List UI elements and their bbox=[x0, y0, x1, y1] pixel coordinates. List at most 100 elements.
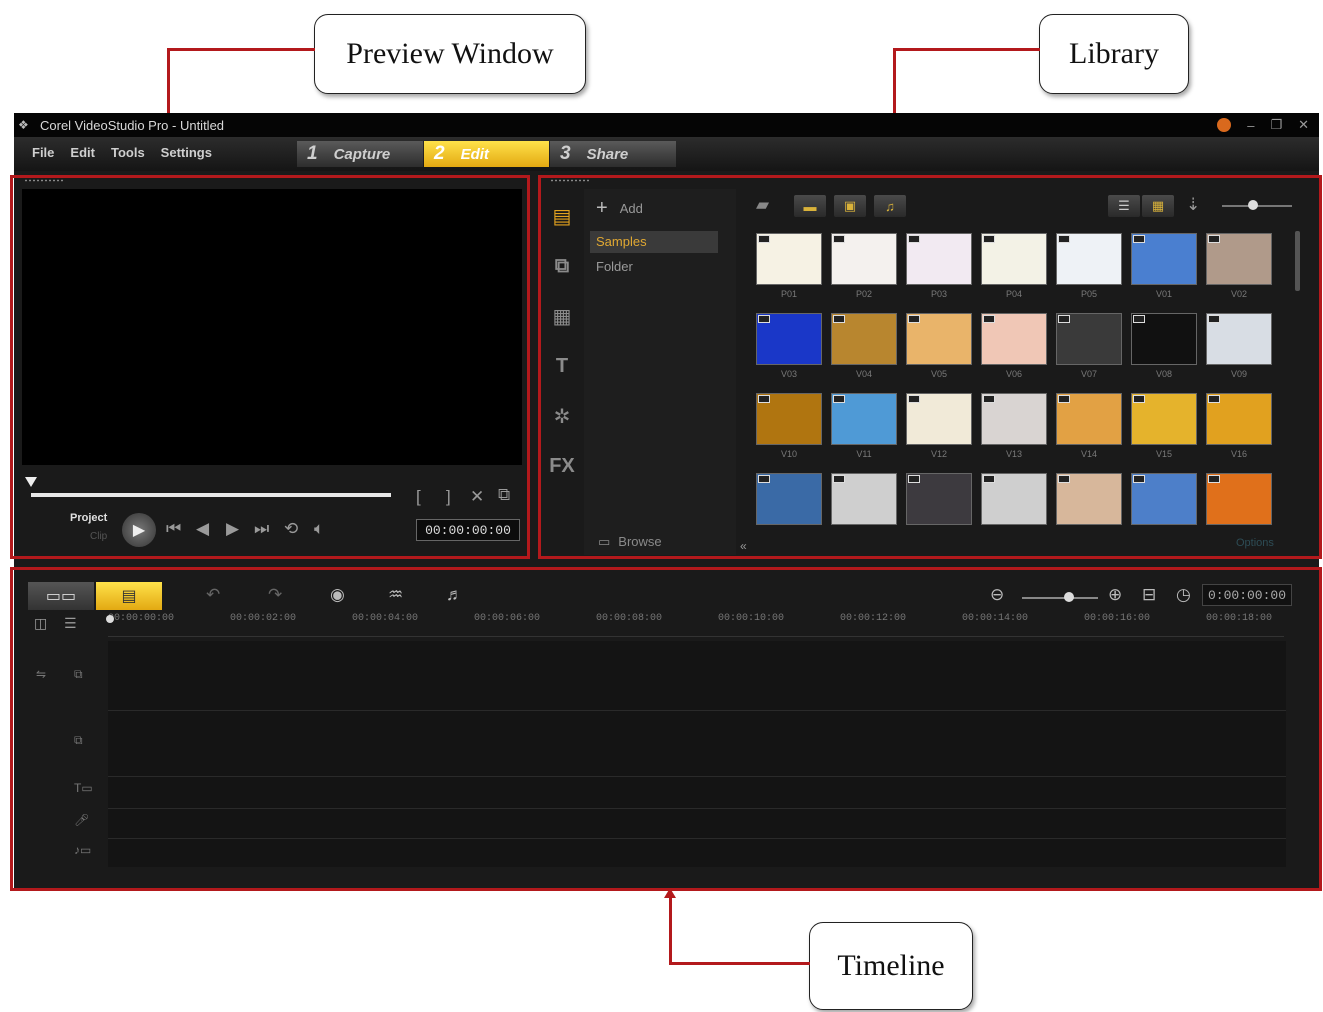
library-thumbnail[interactable] bbox=[981, 233, 1047, 285]
tab-share[interactable]: 3 Share bbox=[550, 141, 676, 167]
library-thumbnail[interactable] bbox=[1206, 393, 1272, 445]
mark-out-icon[interactable]: ] bbox=[446, 487, 451, 507]
volume-icon[interactable]: 🔈︎ bbox=[314, 519, 324, 539]
collapse-icon[interactable]: « bbox=[740, 539, 747, 553]
track-area[interactable] bbox=[108, 641, 1286, 867]
library-thumbnail[interactable] bbox=[906, 233, 972, 285]
chapter-cue-icon[interactable]: ☰ bbox=[64, 615, 77, 632]
redo-icon[interactable]: ↷ bbox=[268, 585, 282, 605]
minimize-icon[interactable]: – bbox=[1247, 118, 1254, 133]
close-icon[interactable]: ✕ bbox=[1298, 117, 1309, 133]
ripple-edit-icon[interactable]: ⇋ bbox=[36, 667, 46, 681]
graphics-icon[interactable]: ▦ bbox=[544, 291, 580, 341]
show-audio-button[interactable]: ♫ bbox=[874, 195, 906, 217]
filter-icon[interactable]: ✲ bbox=[544, 391, 580, 441]
zoom-slider[interactable] bbox=[1022, 592, 1098, 602]
tree-item-folder[interactable]: Folder bbox=[596, 259, 633, 274]
show-photos-button[interactable]: ▣ bbox=[834, 195, 866, 217]
storyboard-view-button[interactable]: ▭▭ bbox=[28, 582, 94, 610]
menu-settings[interactable]: Settings bbox=[161, 145, 212, 160]
play-button[interactable]: ▶ bbox=[122, 513, 156, 547]
track-manager-icon[interactable]: ◫ bbox=[34, 615, 47, 632]
library-thumbnail[interactable] bbox=[981, 313, 1047, 365]
scrubber-bar[interactable] bbox=[31, 493, 391, 497]
tab-capture[interactable]: 1 Capture bbox=[297, 141, 423, 167]
library-thumbnail[interactable] bbox=[981, 393, 1047, 445]
library-thumbnail[interactable] bbox=[1056, 233, 1122, 285]
go-to-start-icon[interactable]: ⏮ bbox=[166, 519, 181, 539]
voice-track[interactable] bbox=[108, 809, 1286, 839]
library-thumbnail[interactable] bbox=[1131, 393, 1197, 445]
thumbnail-view-button[interactable]: ▦ bbox=[1142, 195, 1174, 217]
scrub-head[interactable] bbox=[25, 477, 37, 487]
tree-item-samples[interactable]: Samples bbox=[590, 231, 718, 253]
library-thumbnail[interactable] bbox=[1131, 473, 1197, 525]
transition-icon[interactable]: ⧉ bbox=[544, 241, 580, 291]
library-thumbnail[interactable] bbox=[756, 233, 822, 285]
timeline-timecode[interactable]: 0:00:00:00 bbox=[1202, 584, 1292, 606]
library-thumbnail[interactable] bbox=[831, 473, 897, 525]
auto-music-icon[interactable]: ♬ bbox=[446, 585, 463, 605]
add-folder-button[interactable]: + Add bbox=[596, 197, 643, 220]
next-frame-icon[interactable]: ▶ bbox=[226, 519, 239, 539]
fit-project-icon[interactable]: ⊟ bbox=[1142, 585, 1156, 605]
library-thumbnail[interactable] bbox=[1206, 313, 1272, 365]
library-thumbnail[interactable] bbox=[1056, 393, 1122, 445]
library-thumbnail[interactable] bbox=[906, 473, 972, 525]
library-thumbnail[interactable] bbox=[756, 393, 822, 445]
sort-icon[interactable]: ⇣ bbox=[1186, 195, 1200, 215]
library-thumbnail[interactable] bbox=[831, 393, 897, 445]
media-icon[interactable]: ▤ bbox=[544, 191, 580, 241]
tab-edit[interactable]: 2 Edit bbox=[424, 141, 549, 167]
library-thumbnail[interactable] bbox=[1131, 233, 1197, 285]
repeat-icon[interactable]: ⟲ bbox=[284, 519, 298, 539]
sound-mixer-icon[interactable]: ♒ bbox=[388, 585, 403, 605]
library-thumbnail[interactable] bbox=[1056, 313, 1122, 365]
previous-frame-icon[interactable]: ◀ bbox=[196, 519, 209, 539]
show-videos-button[interactable]: ▬ bbox=[794, 195, 826, 217]
video-track[interactable] bbox=[108, 641, 1286, 711]
menu-tools[interactable]: Tools bbox=[111, 145, 145, 160]
title-icon[interactable]: T bbox=[544, 341, 580, 391]
browse-button[interactable]: ▭ Browse bbox=[598, 534, 662, 550]
playhead[interactable] bbox=[106, 615, 114, 623]
library-scrollbar[interactable] bbox=[1295, 231, 1300, 291]
project-mode-label[interactable]: Project bbox=[70, 512, 107, 524]
folder-icon[interactable]: ▰ bbox=[756, 195, 769, 215]
thumbnail-size-slider[interactable] bbox=[1222, 200, 1292, 210]
list-view-button[interactable]: ☰ bbox=[1108, 195, 1140, 217]
library-thumbnail[interactable] bbox=[831, 233, 897, 285]
clip-mode-label[interactable]: Clip bbox=[90, 531, 107, 542]
library-thumbnail[interactable] bbox=[1056, 473, 1122, 525]
zoom-out-icon[interactable]: ⊖ bbox=[990, 585, 1004, 605]
zoom-in-icon[interactable]: ⊕ bbox=[1108, 585, 1122, 605]
library-thumbnail[interactable] bbox=[981, 473, 1047, 525]
library-thumbnail[interactable] bbox=[831, 313, 897, 365]
overlay-track[interactable] bbox=[108, 711, 1286, 777]
mark-in-icon[interactable]: [ bbox=[416, 487, 421, 507]
music-track[interactable] bbox=[108, 839, 1286, 867]
library-thumbnail[interactable] bbox=[906, 393, 972, 445]
menu-file[interactable]: File bbox=[32, 145, 54, 160]
help-orb-icon[interactable] bbox=[1217, 118, 1232, 132]
go-to-end-icon[interactable]: ⏭ bbox=[254, 519, 269, 539]
library-thumbnail[interactable] bbox=[1206, 473, 1272, 525]
library-grip[interactable] bbox=[550, 179, 590, 182]
timeline-ruler[interactable]: 00:00:00:00 00:00:02:00 00:00:04:00 00:00:0… bbox=[108, 613, 1284, 637]
zoom-slider-knob[interactable] bbox=[1064, 592, 1074, 602]
split-icon[interactable]: ✕ bbox=[470, 487, 484, 507]
preview-grip[interactable] bbox=[24, 179, 64, 182]
library-thumbnail[interactable] bbox=[1131, 313, 1197, 365]
enlarge-icon[interactable]: ⧉ bbox=[498, 485, 510, 505]
library-thumbnail[interactable] bbox=[906, 313, 972, 365]
menu-edit[interactable]: Edit bbox=[70, 145, 95, 160]
library-thumbnail[interactable] bbox=[756, 313, 822, 365]
title-track[interactable] bbox=[108, 777, 1286, 809]
record-capture-icon[interactable]: ◉ bbox=[330, 585, 345, 605]
clock-icon[interactable]: ◷ bbox=[1176, 585, 1191, 605]
restore-icon[interactable]: ❐ bbox=[1270, 117, 1282, 133]
timeline-view-button[interactable]: ▤ bbox=[96, 582, 162, 610]
fx-icon[interactable]: FX bbox=[544, 441, 580, 491]
undo-icon[interactable]: ↶ bbox=[206, 585, 220, 605]
slider-knob[interactable] bbox=[1248, 200, 1258, 210]
